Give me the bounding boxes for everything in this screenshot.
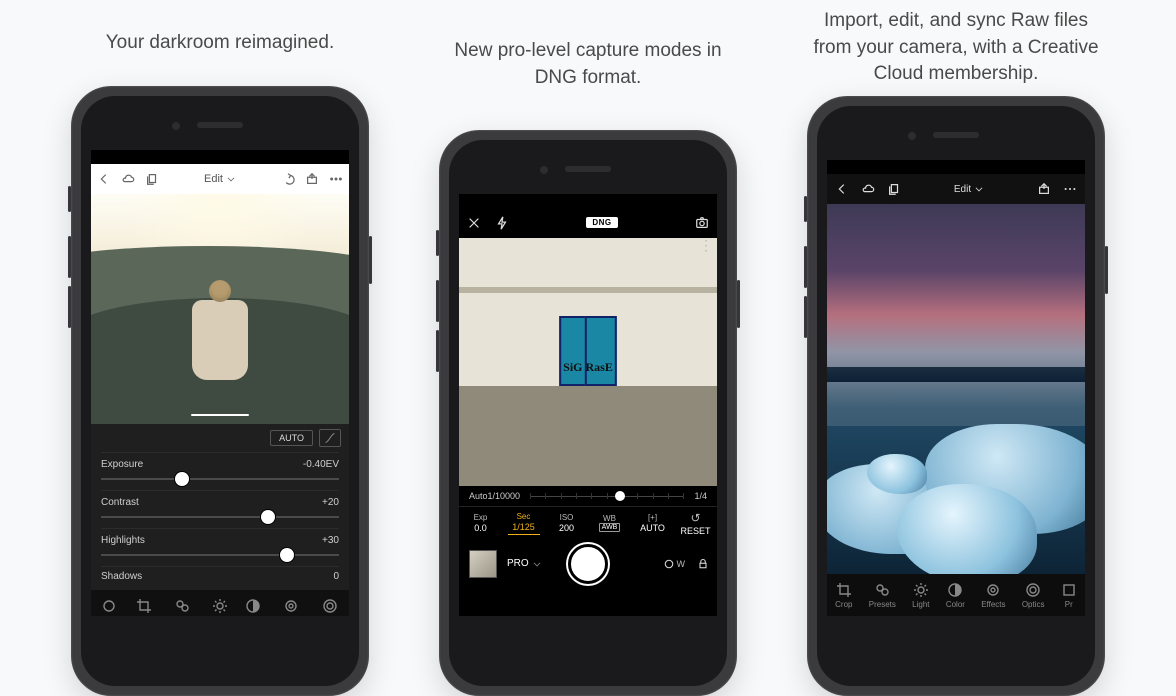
contrast-value: +20 (322, 497, 339, 508)
lock-toggle[interactable] (697, 558, 709, 570)
edit-label[interactable]: Edit (204, 173, 223, 185)
mode-pr[interactable]: Pr (1061, 582, 1077, 609)
edit-mode-bar: Crop Presets Light Color Effects Optics … (827, 574, 1085, 616)
meta-ae[interactable]: [+]AUTO (637, 513, 669, 533)
exposure-thumb[interactable] (175, 472, 189, 486)
mode-effects[interactable]: Effects (981, 582, 1005, 609)
undo-icon[interactable] (281, 172, 295, 186)
shutter-button[interactable] (568, 544, 608, 584)
status-bar (459, 194, 717, 208)
camera-top-bar: DNG (459, 208, 717, 238)
chevron-down-icon[interactable] (226, 174, 236, 184)
contrast-slider[interactable]: Contrast +20 (101, 490, 339, 528)
mode-crop[interactable]: Crop (135, 598, 152, 617)
phone-2-frame: DNG SiG RasE ⋮ Auto (439, 130, 737, 696)
tone-curve-button[interactable] (319, 429, 341, 447)
viewfinder[interactable]: SiG RasE ⋮ (459, 238, 717, 486)
contrast-label: Contrast (101, 497, 139, 508)
switch-camera-icon[interactable] (695, 216, 709, 230)
cloud-icon[interactable] (121, 172, 135, 186)
contrast-thumb[interactable] (261, 510, 275, 524)
mode-optics[interactable]: Optics (1022, 582, 1045, 609)
copy-icon[interactable] (887, 182, 901, 196)
meta-iso[interactable]: ISO200 (551, 513, 583, 533)
wide-toggle[interactable]: W (663, 558, 686, 570)
capture-meta-row: Exp0.0 Sec1/125 ISO200 WBAWB [+]AUTO ↺RE… (459, 506, 717, 540)
mode-color[interactable]: Color (946, 582, 965, 609)
close-icon[interactable] (467, 216, 481, 230)
meta-sec[interactable]: Sec1/125 (508, 512, 540, 535)
meta-reset[interactable]: ↺RESET (680, 511, 712, 536)
mode-crop[interactable]: Crop (835, 582, 852, 609)
back-icon[interactable] (835, 182, 849, 196)
edit-label[interactable]: Edit (954, 184, 971, 195)
exposure-slider[interactable]: Exposure -0.40EV (101, 452, 339, 490)
mode-light[interactable]: Light (912, 582, 929, 609)
exposure-value: -0.40EV (303, 459, 339, 470)
last-photo-thumbnail[interactable] (469, 550, 497, 578)
dng-badge[interactable]: DNG (586, 217, 617, 228)
highlights-value: +30 (322, 535, 339, 546)
caption-3: Import, edit, and sync Raw files from yo… (796, 0, 1116, 96)
shadows-slider[interactable]: Shadows 0 (101, 566, 339, 590)
scale-max: 1/4 (694, 491, 707, 501)
auto-button[interactable]: AUTO (270, 430, 313, 446)
viewfinder-menu-icon[interactable]: ⋮ (699, 242, 713, 249)
edit-top-bar: Edit (91, 164, 349, 194)
share-icon[interactable] (1037, 182, 1051, 196)
shutter-row: PRO W (459, 540, 717, 588)
mode-selective[interactable]: ective (99, 598, 120, 617)
status-bar (91, 150, 349, 164)
meta-exp[interactable]: Exp0.0 (465, 513, 497, 533)
preview-image[interactable] (827, 204, 1085, 574)
chevron-down-icon[interactable] (974, 184, 984, 194)
more-icon[interactable] (329, 172, 343, 186)
shutter-scale[interactable]: Auto 1/10000 1/4 (459, 486, 717, 506)
caption-2: New pro-level capture modes in DNG forma… (428, 0, 748, 130)
exposure-label: Exposure (101, 459, 143, 470)
shadows-value: 0 (333, 571, 339, 590)
mode-effects[interactable]: Effects (279, 598, 303, 617)
phone-3-frame: Edit (807, 96, 1105, 696)
mode-optics[interactable]: Optics (319, 598, 342, 617)
highlights-label: Highlights (101, 535, 145, 546)
mode-presets[interactable]: Presets (168, 598, 195, 617)
meta-wb[interactable]: WBAWB (594, 514, 626, 532)
mode-presets[interactable]: Presets (869, 582, 896, 609)
flash-icon[interactable] (495, 216, 509, 230)
edit-top-bar-dark: Edit (827, 174, 1085, 204)
scale-auto[interactable]: Auto (469, 491, 488, 501)
export-icon[interactable] (305, 172, 319, 186)
shadows-label: Shadows (101, 571, 142, 590)
mode-light[interactable]: Light (211, 598, 228, 617)
preview-image[interactable] (91, 194, 349, 424)
highlights-slider[interactable]: Highlights +30 (101, 528, 339, 566)
back-icon[interactable] (97, 172, 111, 186)
edit-mode-bar: ective Crop Presets Light Color Effects … (91, 590, 349, 616)
scale-min: 1/10000 (488, 491, 521, 501)
more-icon[interactable] (1063, 182, 1077, 196)
status-bar (827, 160, 1085, 174)
caption-1: Your darkroom reimagined. (96, 0, 344, 86)
mode-color[interactable]: Color (244, 598, 263, 617)
highlights-thumb[interactable] (280, 548, 294, 562)
graffiti-text: SiG RasE (563, 362, 613, 373)
pro-mode-selector[interactable]: PRO (507, 558, 542, 569)
scale-thumb[interactable] (615, 491, 625, 501)
copy-icon[interactable] (145, 172, 159, 186)
phone-1-frame: Edit (71, 86, 369, 696)
cloud-icon[interactable] (861, 182, 875, 196)
